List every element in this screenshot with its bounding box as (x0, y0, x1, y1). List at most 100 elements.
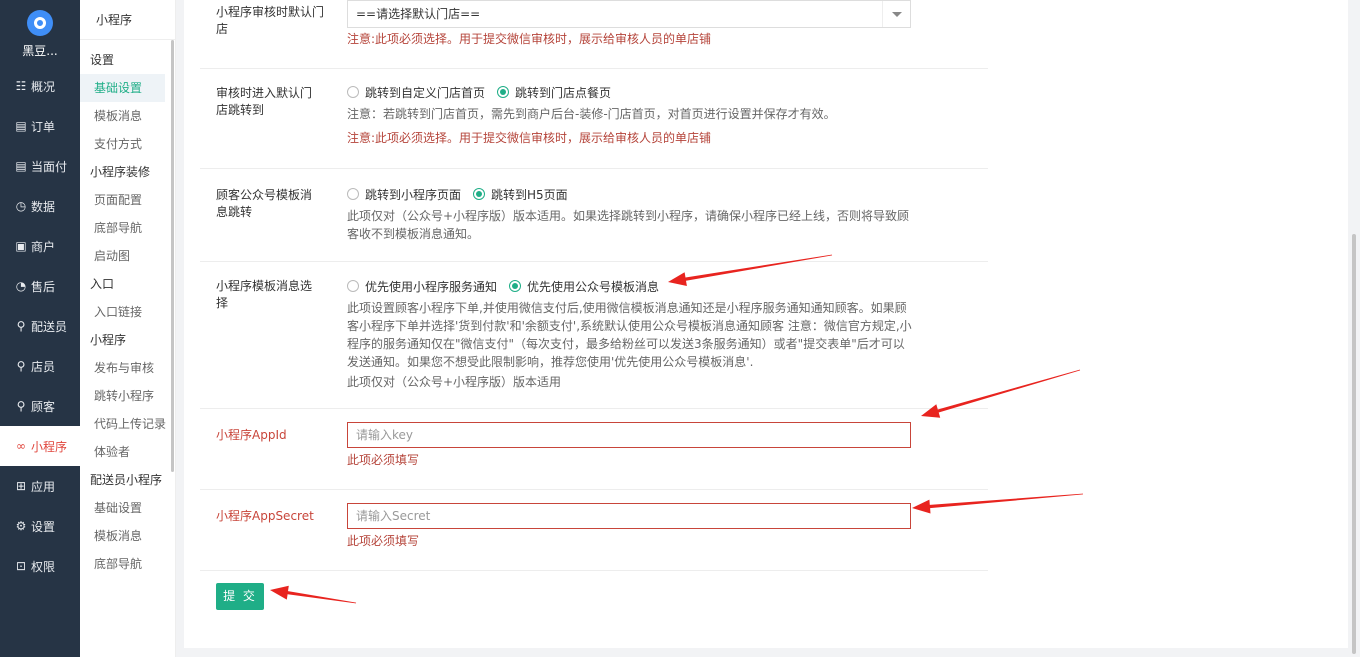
after-sale-icon: ◔ (15, 279, 27, 293)
review-redirect-label: 审核时进入默认门店跳转到 (216, 86, 313, 117)
template-choice-note: 此项设置顾客小程序下单,并使用微信支付后,使用微信模板消息通知还是小程序服务通知… (347, 301, 912, 369)
sub-nav-link[interactable]: 底部导航 (80, 550, 175, 578)
main-nav: 黑豆... ☷ 概况 ▤ 订单 ▤ 当面付 ◷ 数据 ▣ 商户 ◔ 售后 ⚲ 配送员 ⚲ 店员 ⚲ 顾客 ∞ 小程序 ⊞… (0, 0, 80, 657)
template-choice-radios: 优先使用小程序服务通知 优先使用公众号模板消息 (347, 277, 913, 295)
overview-icon: ☷ (15, 79, 27, 93)
nav-item-after-sale[interactable]: ◔ 售后 (0, 266, 80, 306)
chevron-down-icon (882, 1, 910, 27)
nav-item-label: 数据 (31, 199, 56, 214)
courier-icon: ⚲ (16, 319, 26, 333)
template-choice-row: 小程序模板消息选择 优先使用小程序服务通知 优先使用公众号模板消息 此项设置顾客… (200, 262, 988, 409)
radio-dot (347, 188, 359, 200)
appsecret-error: 此项必须填写 (347, 534, 420, 548)
brand-name: 黑豆... (22, 44, 58, 58)
radio-jump-mini-program[interactable]: 跳转到小程序页面 (347, 186, 461, 203)
radio-label: 优先使用公众号模板消息 (527, 279, 660, 294)
radio-mini-program-service[interactable]: 优先使用小程序服务通知 (347, 278, 497, 295)
radio-custom-store-home[interactable]: 跳转到自定义门店首页 (347, 84, 485, 101)
permission-icon: ⊡ (15, 559, 27, 573)
sub-nav-link[interactable]: 支付方式 (80, 130, 175, 158)
nav-item-data[interactable]: ◷ 数据 (0, 186, 80, 226)
nav-item-label: 商户 (31, 239, 56, 254)
appid-input[interactable]: 请输入key (347, 422, 911, 448)
sub-nav-link[interactable]: 入口链接 (80, 298, 175, 326)
radio-label: 优先使用小程序服务通知 (365, 279, 498, 294)
template-choice-note-2: 此项仅对（公众号+小程序版）版本适用 (347, 375, 562, 389)
sub-nav-group: 小程序 (90, 333, 127, 347)
page-scrollbar[interactable] (1348, 0, 1360, 657)
nav-item-customer[interactable]: ⚲ 顾客 (0, 386, 80, 426)
default-store-row: 小程序审核时默认门店 ==请选择默认门店== 注意:此项必须选择。用于提交微信审… (200, 0, 988, 69)
radio-dot-selected (509, 280, 522, 292)
nav-item-label: 配送员 (31, 319, 68, 334)
review-redirect-row: 审核时进入默认门店跳转到 跳转到自定义门店首页 跳转到门店点餐页 注意：若跳转到… (200, 69, 988, 169)
shop-icon: ▣ (15, 239, 27, 253)
appsecret-row: 小程序AppSecret 请输入Secret 此项必须填写 (200, 490, 988, 571)
face-pay-icon: ▤ (15, 159, 27, 173)
nav-item-label: 售后 (31, 279, 56, 294)
radio-jump-h5[interactable]: 跳转到H5页面 (473, 186, 568, 203)
nav-item-apps[interactable]: ⊞ 应用 (0, 466, 80, 506)
nav-item-overview[interactable]: ☷ 概况 (0, 66, 80, 106)
sub-nav-link[interactable]: 页面配置 (80, 186, 175, 214)
nav-item-settings[interactable]: ⚙ 设置 (0, 506, 80, 546)
sub-nav: 小程序 设置 基础设置 模板消息 支付方式 小程序装修 页面配置 底部导航 启动图 入口 入口链接… (80, 0, 176, 657)
sub-nav-link[interactable]: 代码上传记录 (80, 410, 175, 438)
radio-dot-selected (473, 188, 486, 200)
radio-oa-template[interactable]: 优先使用公众号模板消息 (509, 278, 659, 295)
default-store-label: 小程序审核时默认门店 (216, 5, 325, 36)
main-panel: 小程序审核时默认门店 ==请选择默认门店== 注意:此项必须选择。用于提交微信审… (184, 0, 1348, 648)
nav-item-order[interactable]: ▤ 订单 (0, 106, 80, 146)
settings-form: 小程序审核时默认门店 ==请选择默认门店== 注意:此项必须选择。用于提交微信审… (200, 0, 988, 571)
appsecret-input[interactable]: 请输入Secret (347, 503, 911, 529)
sub-nav-link[interactable]: 跳转小程序 (80, 382, 175, 410)
nav-item-label: 订单 (31, 119, 56, 134)
sub-nav-link[interactable]: 体验者 (80, 438, 175, 466)
sub-nav-link[interactable]: 基础设置 (80, 74, 165, 102)
nav-item-mini-program[interactable]: ∞ 小程序 (0, 426, 80, 466)
review-redirect-radios: 跳转到自定义门店首页 跳转到门店点餐页 (347, 83, 836, 101)
nav-item-face-pay[interactable]: ▤ 当面付 (0, 146, 80, 186)
sub-nav-scrollbar[interactable] (171, 40, 174, 472)
sub-nav-link[interactable]: 启动图 (80, 242, 175, 270)
nav-item-label: 店员 (31, 359, 56, 374)
default-store-select[interactable]: ==请选择默认门店== (347, 0, 911, 28)
radio-store-order-page[interactable]: 跳转到门店点餐页 (497, 84, 611, 101)
radio-label: 跳转到自定义门店首页 (365, 85, 486, 100)
brand[interactable]: 黑豆... (0, 0, 80, 66)
sub-nav-group: 入口 (90, 277, 115, 291)
oa-template-label: 顾客公众号模板消息跳转 (216, 188, 313, 219)
sub-nav-link[interactable]: 模板消息 (80, 102, 175, 130)
settings-icon: ⚙ (15, 519, 27, 533)
sub-nav-link[interactable]: 基础设置 (80, 494, 175, 522)
nav-item-courier[interactable]: ⚲ 配送员 (0, 306, 80, 346)
oa-template-note: 此项仅对（公众号+小程序版）版本适用。如果选择跳转到小程序，请确保小程序已经上线… (347, 209, 910, 241)
sub-nav-link[interactable]: 底部导航 (80, 214, 175, 242)
nav-item-label: 顾客 (31, 399, 56, 414)
nav-item-label: 应用 (31, 479, 56, 494)
radio-dot-selected (497, 86, 510, 98)
submit-button[interactable]: 提 交 (216, 583, 264, 610)
order-icon: ▤ (15, 119, 27, 133)
nav-item-label: 权限 (31, 559, 56, 574)
sub-nav-title: 小程序 (80, 0, 175, 40)
oa-template-radios: 跳转到小程序页面 跳转到H5页面 (347, 185, 913, 203)
radio-label: 跳转到门店点餐页 (515, 85, 612, 100)
nav-item-label: 设置 (31, 519, 56, 534)
appsecret-label: 小程序AppSecret (216, 509, 314, 523)
appid-row: 小程序AppId 请输入key 此项必须填写 (200, 409, 988, 490)
nav-item-shop[interactable]: ▣ 商户 (0, 226, 80, 266)
appid-label: 小程序AppId (216, 428, 287, 442)
sub-nav-link[interactable]: 发布与审核 (80, 354, 175, 382)
sub-nav-group: 配送员小程序 (90, 473, 163, 487)
sub-nav-link[interactable]: 模板消息 (80, 522, 175, 550)
review-redirect-note-required: 注意:此项必须选择。用于提交微信审核时，展示给审核人员的单店铺 (347, 131, 712, 145)
nav-item-permission[interactable]: ⊡ 权限 (0, 546, 80, 586)
radio-dot (347, 86, 359, 98)
nav-item-clerk[interactable]: ⚲ 店员 (0, 346, 80, 386)
sub-nav-items: 设置 基础设置 模板消息 支付方式 小程序装修 页面配置 底部导航 启动图 入口 入口链接 小程序发… (80, 40, 175, 578)
page-scrollbar-thumb[interactable] (1352, 234, 1356, 654)
radio-label: 跳转到H5页面 (491, 187, 568, 202)
mini-program-icon: ∞ (16, 439, 26, 453)
review-redirect-note: 注意：若跳转到门店首页，需先到商户后台-装修-门店首页，对首页进行设置并保存才有… (347, 107, 836, 121)
